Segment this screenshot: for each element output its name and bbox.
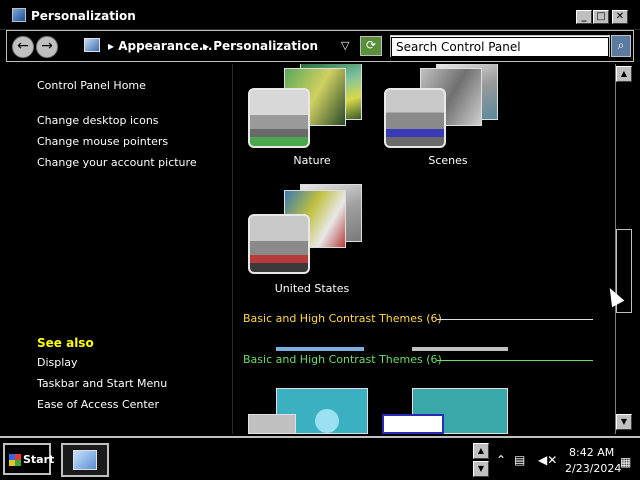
taskbar-start-menu-link[interactable]: Taskbar and Start Menu xyxy=(37,377,167,390)
vertical-scrollbar[interactable]: ▲ ▼ xyxy=(615,64,632,434)
change-mouse-pointers-link[interactable]: Change mouse pointers xyxy=(37,135,168,148)
theme-thumbnail xyxy=(248,214,310,274)
themes-pane: Nature Scenes United States Basic and Hi… xyxy=(234,64,615,434)
start-button[interactable]: Start xyxy=(3,443,55,475)
theme-preview-strip xyxy=(412,347,508,351)
search-input[interactable] xyxy=(391,37,609,57)
taskbar-scroll-up[interactable]: ▲ xyxy=(473,443,489,459)
basic-themes-header: Basic and High Contrast Themes (6) xyxy=(243,312,442,325)
speaker-muted-icon[interactable]: ◀✕ xyxy=(538,453,557,467)
address-bar: ← → ▸ Appearance... ▸ Personalization ▽ … xyxy=(6,30,634,62)
section-divider xyxy=(437,319,593,320)
taskbar: Start ▲ ▼ ⌃ ▤ ◀✕ 8:42 AM 2/23/2024 ▦ xyxy=(0,436,640,480)
theme-thumbnail xyxy=(384,88,446,148)
network-icon[interactable]: ▤ xyxy=(514,453,525,467)
basic-theme-window-preview xyxy=(248,414,296,434)
control-panel-icon[interactable] xyxy=(84,38,100,52)
action-center-icon[interactable]: ▦ xyxy=(620,455,631,469)
theme-preview-strip xyxy=(276,347,364,351)
title-bar: Personalization _ □ ✕ xyxy=(0,0,640,30)
theme-scenes[interactable]: Scenes xyxy=(378,64,518,182)
control-panel-icon xyxy=(12,8,26,22)
section-divider xyxy=(437,360,593,361)
breadcrumb-personalization[interactable]: ▸ Personalization xyxy=(203,39,318,53)
refresh-button[interactable]: ⟳ xyxy=(360,36,382,56)
minimize-button[interactable]: _ xyxy=(576,10,592,24)
breadcrumb-appearance[interactable]: ▸ Appearance... xyxy=(108,39,212,53)
taskbar-item-personalization[interactable] xyxy=(61,443,109,477)
forward-button[interactable]: → xyxy=(36,36,58,58)
theme-united-states[interactable]: United States xyxy=(242,180,382,300)
change-account-picture-link[interactable]: Change your account picture xyxy=(37,156,197,169)
back-button[interactable]: ← xyxy=(12,36,34,58)
start-label: Start xyxy=(23,453,55,466)
clock-date[interactable]: 2/23/2024 xyxy=(565,462,621,475)
windows-logo-icon xyxy=(9,454,21,466)
theme-label: United States xyxy=(274,282,350,295)
see-also-heading: See also xyxy=(37,336,94,350)
theme-label: Nature xyxy=(293,154,331,167)
control-panel-icon xyxy=(73,450,97,470)
scroll-down-button[interactable]: ▼ xyxy=(616,414,632,430)
display-link[interactable]: Display xyxy=(37,356,78,369)
address-dropdown-icon[interactable]: ▽ xyxy=(341,39,349,52)
window-title: Personalization xyxy=(31,9,136,23)
scroll-up-button[interactable]: ▲ xyxy=(616,66,632,82)
basic-themes-header-overlay: Basic and High Contrast Themes (6) xyxy=(243,353,442,366)
search-icon[interactable]: ⌕ xyxy=(611,35,631,57)
left-pane: Control Panel Home Change desktop icons … xyxy=(0,64,233,434)
theme-nature[interactable]: Nature xyxy=(242,64,382,182)
clock-time[interactable]: 8:42 AM xyxy=(569,446,614,459)
chevron-up-icon[interactable]: ⌃ xyxy=(496,453,506,467)
maximize-button[interactable]: □ xyxy=(593,10,609,24)
ease-of-access-link[interactable]: Ease of Access Center xyxy=(37,398,159,411)
close-button[interactable]: ✕ xyxy=(612,10,628,24)
taskbar-scroll-down[interactable]: ▼ xyxy=(473,461,489,477)
search-box xyxy=(390,35,610,57)
theme-thumbnail xyxy=(248,88,310,148)
change-desktop-icons-link[interactable]: Change desktop icons xyxy=(37,114,159,127)
basic-theme-window-preview xyxy=(382,414,444,434)
control-panel-home-link[interactable]: Control Panel Home xyxy=(37,79,146,92)
theme-logo-icon xyxy=(315,409,339,433)
theme-label: Scenes xyxy=(428,154,468,167)
